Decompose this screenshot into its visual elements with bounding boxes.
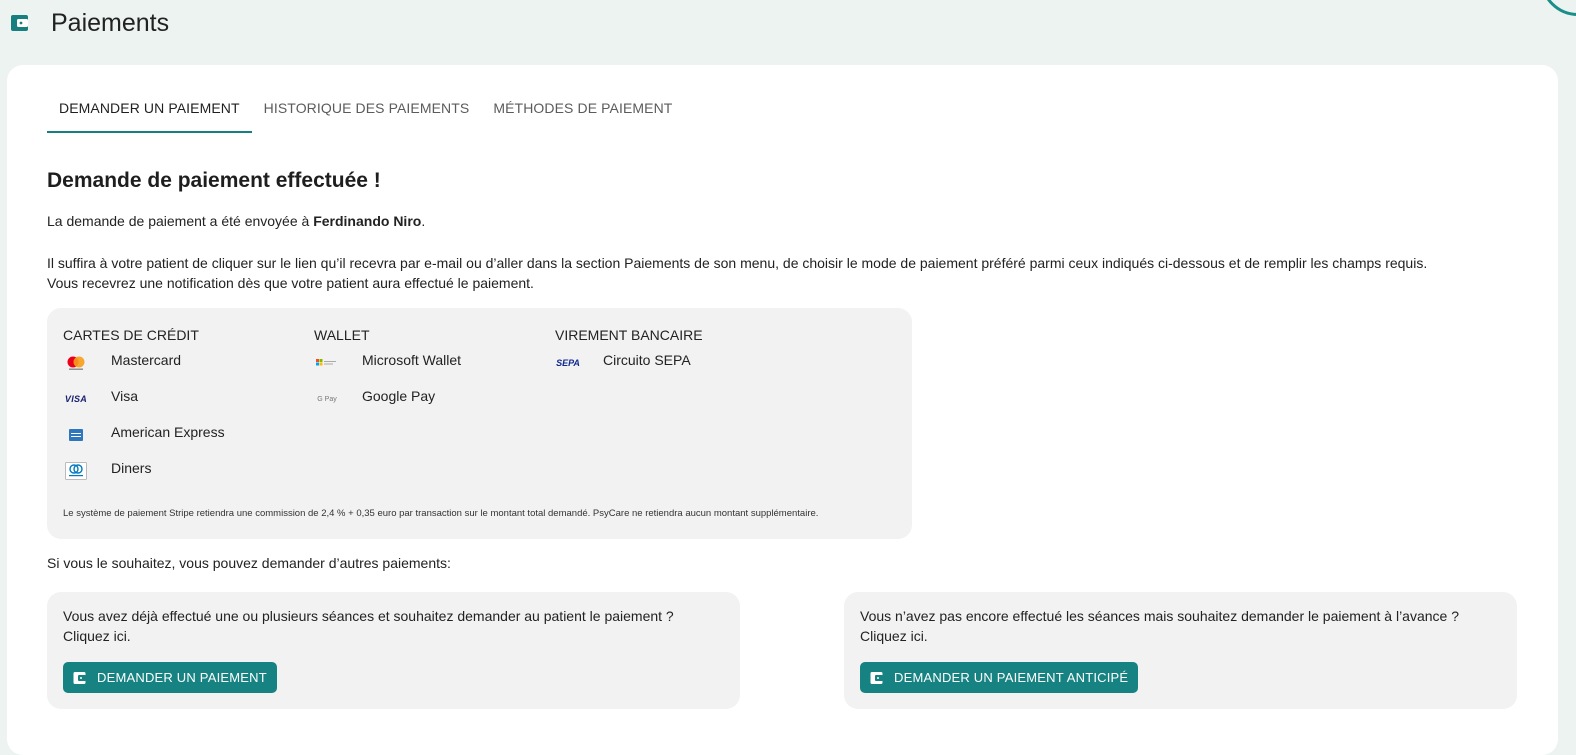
method-diners: Diners <box>63 460 199 505</box>
method-label: Microsoft Wallet <box>362 352 462 368</box>
request-advance-payment-button[interactable]: DEMANDER UN PAIEMENT ANTICIPÉ <box>860 662 1139 693</box>
sent-suffix: . <box>421 213 426 229</box>
method-label: Visa <box>111 388 138 404</box>
bank-transfer-column: VIREMENT BANCAIRE SEPA Circuito SEPA <box>555 325 703 397</box>
main-card: DEMANDER UN PAIEMENT HISTORIQUE DES PAIE… <box>7 65 1558 755</box>
payment-methods-panel: CARTES DE CRÉDIT Mastercard VISA Visa Am… <box>47 308 912 539</box>
request-payment-button-label: DEMANDER UN PAIEMENT <box>97 670 267 685</box>
sent-message: La demande de paiement a été envoyée à F… <box>47 213 425 229</box>
other-payments-text: Si vous le souhaitez, vous pouvez demand… <box>47 555 451 571</box>
method-label: Diners <box>111 460 152 476</box>
past-sessions-text: Vous avez déjà effectué une ou plusieurs… <box>63 606 674 646</box>
credit-cards-header: CARTES DE CRÉDIT <box>63 327 199 343</box>
advance-payment-line-2: Cliquez ici. <box>860 628 928 644</box>
method-label: American Express <box>111 424 225 440</box>
instructions-line-1: Il suffira à votre patient de cliquer su… <box>47 255 1428 271</box>
wallet-header: WALLET <box>314 327 370 343</box>
advance-payment-line-1: Vous n’avez pas encore effectué les séan… <box>860 608 1459 624</box>
page-header: Paiements <box>0 0 1576 50</box>
page-title: Paiements <box>51 9 170 37</box>
instructions-line-2: Vous recevrez une notification dès que v… <box>47 275 534 291</box>
wallet-icon <box>73 671 86 684</box>
sent-prefix: La demande de paiement a été envoyée à <box>47 213 314 229</box>
method-label: Mastercard <box>111 352 182 368</box>
wallet-column: WALLET Microsoft Wallet G Pay Google Pay <box>314 325 461 433</box>
diners-icon <box>63 461 89 481</box>
tab-bar: DEMANDER UN PAIEMENT HISTORIQUE DES PAIE… <box>47 97 684 133</box>
sepa-logo-text: SEPA <box>556 358 580 368</box>
advance-payment-box: Vous n’avez pas encore effectué les séan… <box>844 592 1517 709</box>
credit-cards-column: CARTES DE CRÉDIT Mastercard VISA Visa Am… <box>63 325 225 505</box>
success-title: Demande de paiement effectuée ! <box>47 169 381 192</box>
method-google-pay: G Pay Google Pay <box>314 388 435 433</box>
sepa-icon: SEPA <box>555 353 581 373</box>
bank-transfer-header: VIREMENT BANCAIRE <box>555 327 703 343</box>
wallet-icon <box>11 15 28 31</box>
past-sessions-line-2: Cliquez ici. <box>63 628 131 644</box>
amex-icon <box>63 425 89 445</box>
instructions: Il suffira à votre patient de cliquer su… <box>47 253 1527 293</box>
tab-payment-history[interactable]: HISTORIQUE DES PAIEMENTS <box>252 97 482 131</box>
advance-payment-text: Vous n’avez pas encore effectué les séan… <box>860 606 1459 646</box>
google-pay-logo-text: G Pay <box>317 395 337 403</box>
method-label: Circuito SEPA <box>603 352 691 368</box>
google-pay-icon: G Pay <box>314 389 340 409</box>
method-label: Google Pay <box>362 388 436 404</box>
patient-name: Ferdinando Niro <box>313 213 422 229</box>
past-sessions-line-1: Vous avez déjà effectué une ou plusieurs… <box>63 608 674 624</box>
mastercard-icon <box>63 353 89 373</box>
visa-logo-text: VISA <box>64 394 88 404</box>
fee-note: Le système de paiement Stripe retiendra … <box>63 508 819 519</box>
tab-payment-methods[interactable]: MÉTHODES DE PAIEMENT <box>481 97 684 131</box>
request-advance-payment-button-label: DEMANDER UN PAIEMENT ANTICIPÉ <box>894 670 1129 685</box>
request-payment-button[interactable]: DEMANDER UN PAIEMENT <box>63 662 277 693</box>
user-avatar[interactable] <box>1540 0 1576 16</box>
tab-request-payment[interactable]: DEMANDER UN PAIEMENT <box>47 97 252 133</box>
wallet-icon <box>870 671 883 684</box>
microsoft-wallet-icon <box>314 353 340 373</box>
visa-icon: VISA <box>63 389 89 409</box>
past-sessions-box: Vous avez déjà effectué une ou plusieurs… <box>47 592 740 709</box>
method-sepa: SEPA Circuito SEPA <box>555 352 703 397</box>
